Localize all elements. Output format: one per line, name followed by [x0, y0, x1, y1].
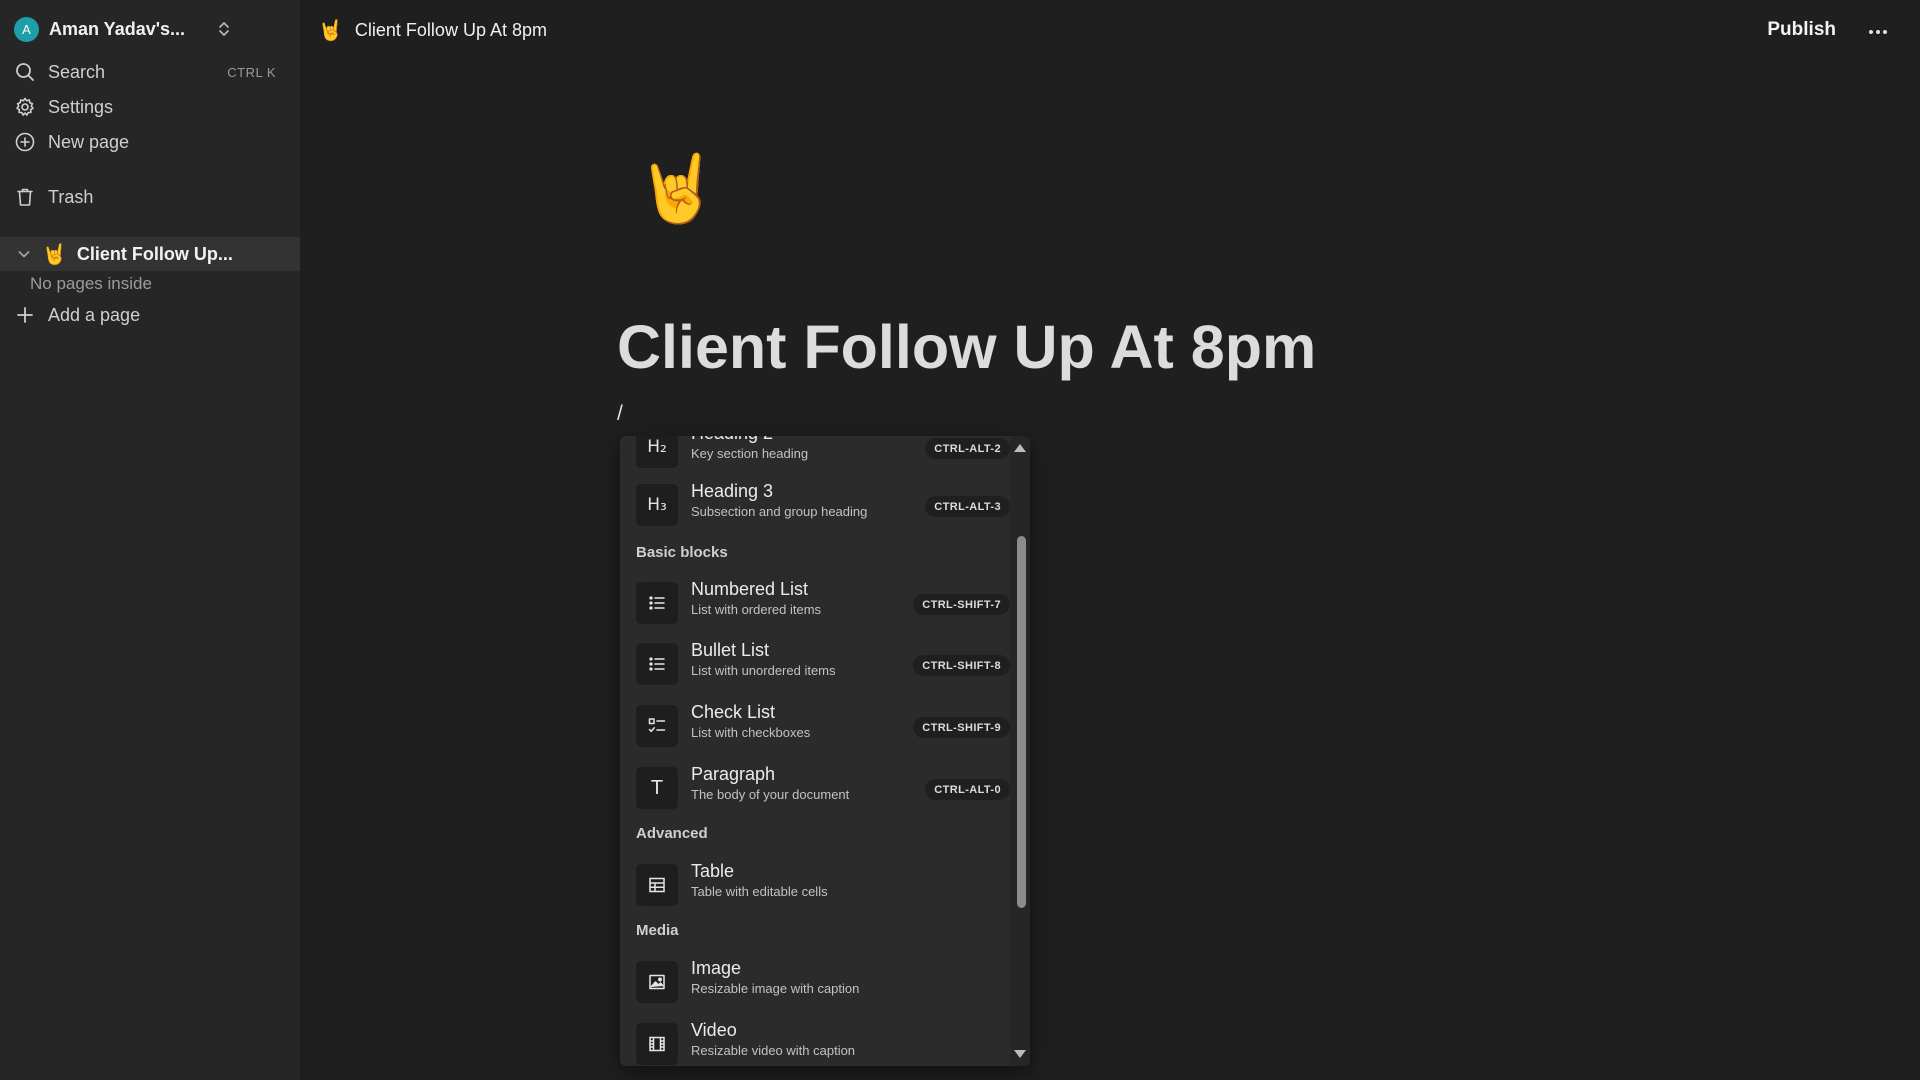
menu-item-image[interactable]: Image Resizable image with caption	[636, 958, 1010, 1017]
menu-item-title: Image	[691, 958, 742, 978]
menu-item-desc: Key section heading	[691, 446, 809, 461]
menu-item-title: Heading 2	[691, 436, 773, 444]
search-icon	[16, 63, 34, 81]
scrollbar-thumb[interactable]	[1017, 536, 1026, 908]
menu-item-title: Paragraph	[691, 764, 776, 784]
page-icon-emoji[interactable]: 🤘	[636, 155, 718, 221]
shortcut-badge: CTRL-SHIFT-8	[913, 655, 1010, 676]
menu-item-bullet-list[interactable]: Bullet List List with unordered items CT…	[636, 640, 1010, 699]
check-list-icon	[636, 705, 678, 747]
menu-item-desc: List with checkboxes	[691, 725, 811, 740]
workspace-name: Aman Yadav's...	[49, 18, 186, 39]
scrollbar[interactable]	[1010, 436, 1030, 1066]
shortcut-badge: CTRL-SHIFT-7	[913, 594, 1010, 615]
menu-item-desc: List with unordered items	[691, 663, 836, 678]
shortcut-badge: CTRL-ALT-0	[925, 779, 1010, 800]
heading-2-icon: H₂	[636, 436, 678, 468]
topbar: 🤘 Client Follow Up At 8pm Publish	[300, 0, 1920, 64]
sidebar-item-label: Settings	[48, 96, 114, 117]
group-label-media: Media	[636, 922, 679, 939]
shortcut-badge: CTRL-ALT-3	[925, 496, 1010, 517]
numbered-list-icon	[636, 582, 678, 624]
menu-item-desc: Resizable video with caption	[691, 1043, 856, 1058]
sidebar-item-new-page[interactable]: New page	[14, 126, 284, 158]
chevron-down-icon[interactable]	[16, 246, 32, 262]
menu-item-heading-3[interactable]: H₃ Heading 3 Subsection and group headin…	[636, 481, 1010, 540]
gear-icon	[16, 97, 34, 116]
workspace-switcher[interactable]: A Aman Yadav's...	[14, 14, 234, 44]
menu-item-desc: List with ordered items	[691, 602, 822, 617]
menu-item-heading-2[interactable]: H₂ Heading 2 Key section heading CTRL-AL…	[636, 436, 1010, 482]
app-window: A Aman Yadav's... Search CTRL K Settings…	[0, 0, 1920, 1080]
breadcrumb[interactable]: 🤘 Client Follow Up At 8pm	[318, 18, 547, 43]
sidebar-item-label: New page	[48, 131, 130, 152]
slash-command-menu: H₂ Heading 2 Key section heading CTRL-AL…	[620, 436, 1030, 1066]
menu-item-title: Table	[691, 861, 735, 881]
menu-item-desc: Table with editable cells	[691, 884, 828, 899]
add-page-button[interactable]: Add a page	[14, 300, 140, 330]
add-page-label: Add a page	[48, 304, 141, 325]
sidebar-page-item[interactable]: 🤘 Client Follow Up...	[0, 237, 300, 271]
sidebar: A Aman Yadav's... Search CTRL K Settings…	[0, 0, 300, 1080]
image-icon	[636, 961, 678, 1003]
menu-item-desc: The body of your document	[691, 787, 850, 802]
menu-item-video[interactable]: Video Resizable video with caption	[636, 1020, 1010, 1066]
sidebar-item-search[interactable]: Search CTRL K	[14, 56, 284, 88]
avatar: A	[14, 16, 39, 42]
menu-item-title: Heading 3	[691, 481, 774, 501]
bullet-list-icon	[636, 643, 678, 685]
menu-item-table[interactable]: Table Table with editable cells	[636, 861, 1010, 920]
breadcrumb-title: Client Follow Up At 8pm	[354, 20, 547, 40]
page-title[interactable]: Client Follow Up At 8pm	[617, 312, 1316, 382]
publish-button[interactable]: Publish	[1767, 19, 1836, 41]
page-emoji-icon: 🤘	[42, 243, 67, 266]
menu-item-title: Video	[691, 1020, 737, 1040]
editor-input-line[interactable]: /	[617, 402, 623, 426]
sidebar-item-label: Trash	[48, 186, 94, 207]
chevron-up-down-icon[interactable]	[215, 20, 233, 38]
menu-item-title: Numbered List	[691, 579, 809, 599]
shortcut-hint: CTRL K	[227, 65, 276, 80]
menu-item-numbered-list[interactable]: Numbered List List with ordered items CT…	[636, 579, 1010, 638]
scroll-down-arrow-icon[interactable]	[1014, 1050, 1026, 1058]
menu-item-title: Bullet List	[691, 640, 770, 660]
video-icon	[636, 1023, 678, 1065]
menu-item-paragraph[interactable]: T Paragraph The body of your document CT…	[636, 764, 1010, 823]
text-icon: T	[636, 767, 678, 809]
empty-pages-text: No pages inside	[30, 274, 152, 293]
menu-item-desc: Resizable image with caption	[691, 981, 860, 996]
trash-icon	[17, 188, 33, 206]
group-label-basic: Basic blocks	[636, 544, 728, 561]
group-label-advanced: Advanced	[636, 825, 708, 842]
sidebar-item-label: Search	[48, 61, 106, 82]
scroll-up-arrow-icon[interactable]	[1014, 444, 1026, 452]
sidebar-item-trash[interactable]: Trash	[14, 181, 284, 213]
sidebar-item-settings[interactable]: Settings	[14, 91, 284, 123]
heading-3-icon: H₃	[636, 484, 678, 526]
plus-icon	[17, 307, 33, 323]
shortcut-badge: CTRL-SHIFT-9	[913, 717, 1010, 738]
shortcut-badge: CTRL-ALT-2	[925, 438, 1010, 459]
table-icon	[636, 864, 678, 906]
menu-item-title: Check List	[691, 702, 776, 722]
menu-item-desc: Subsection and group heading	[691, 504, 868, 519]
plus-circle-icon	[15, 132, 35, 152]
ellipsis-icon[interactable]	[1866, 22, 1890, 42]
page-emoji-icon: 🤘	[318, 20, 343, 42]
menu-item-check-list[interactable]: Check List List with checkboxes CTRL-SHI…	[636, 702, 1010, 761]
sidebar-page-title: Client Follow Up...	[76, 243, 233, 264]
